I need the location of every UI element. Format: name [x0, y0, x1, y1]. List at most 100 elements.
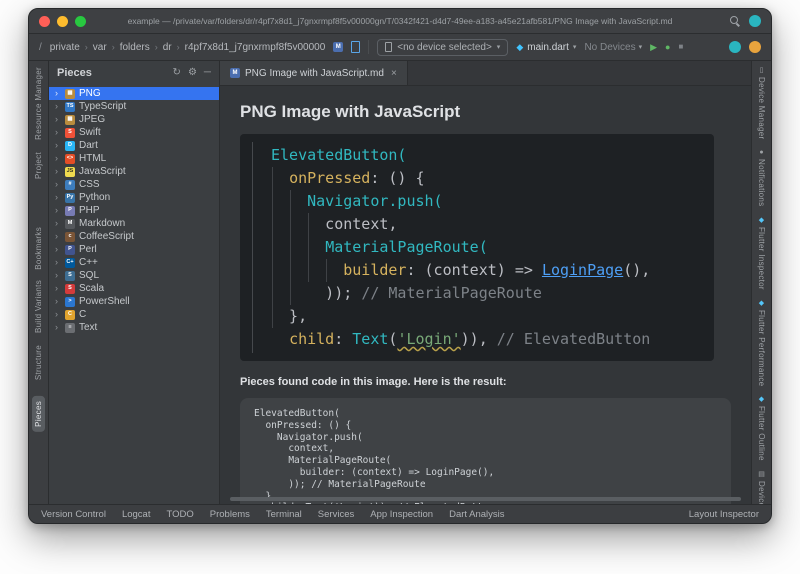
close-tab-icon[interactable]: ×: [391, 68, 397, 79]
tree-item-css[interactable]: › # CSS: [49, 178, 219, 191]
close-window-button[interactable]: [39, 15, 50, 27]
tool-stripe-item-flutter-inspector[interactable]: ◆ Flutter Inspector: [757, 217, 766, 290]
tool-stripe-item-project[interactable]: Project: [34, 152, 43, 179]
breadcrumb-separator: ›: [111, 42, 115, 52]
tree-item-c[interactable]: › C C: [49, 308, 219, 321]
device-connect-icon[interactable]: [351, 41, 361, 53]
status-item-problems[interactable]: Problems: [210, 509, 250, 520]
device-selector[interactable]: <no device selected> ▾: [377, 38, 509, 56]
tree-item-label: Perl: [79, 244, 97, 255]
editor-tab[interactable]: M PNG Image with JavaScript.md ×: [220, 61, 408, 85]
breadcrumb-item-private[interactable]: private: [50, 42, 80, 53]
zoom-window-button[interactable]: [75, 15, 86, 27]
tree-item-scala[interactable]: › S Scala: [49, 282, 219, 295]
tree-item-png[interactable]: › ▦ PNG: [49, 87, 219, 100]
tree-item-swift[interactable]: › S Swift: [49, 126, 219, 139]
code-token: (),: [623, 261, 651, 279]
tool-stripe-item-device-fi[interactable]: ▤ Device Fi: [757, 471, 766, 504]
tree-item-label: Python: [79, 192, 111, 203]
breadcrumb-item-dr[interactable]: dr: [163, 42, 172, 53]
stop-button[interactable]: ■: [678, 43, 683, 51]
breadcrumb-item-folders[interactable]: folders: [120, 42, 150, 53]
chevron-right-icon: ›: [55, 244, 58, 254]
status-item-version-control[interactable]: Version Control: [41, 509, 106, 520]
flutter-icon: ◆: [758, 299, 765, 307]
tree-item-powershell[interactable]: › > PowerShell: [49, 295, 219, 308]
tool-stripe-item-pieces[interactable]: Pieces: [32, 395, 45, 432]
debug-button[interactable]: ●: [665, 42, 670, 52]
status-item-todo[interactable]: TODO: [166, 509, 193, 520]
tree-item-typescript[interactable]: › TS TypeScript: [49, 100, 219, 113]
markdown-file-icon: M: [230, 68, 240, 78]
tree-item-dart[interactable]: › D Dart: [49, 139, 219, 152]
tree-item-html[interactable]: › <> HTML: [49, 152, 219, 165]
tool-stripe-item-build-variants[interactable]: Build Variants: [34, 280, 43, 333]
title-bar[interactable]: example — /private/var/folders/dr/r4pf7x…: [29, 9, 771, 34]
status-item-app-inspection[interactable]: App Inspection: [370, 509, 433, 520]
run-config-selector[interactable]: ◆ main.dart ▾: [516, 42, 576, 53]
status-bar-right: Layout Inspector: [689, 509, 759, 520]
settings-gear-icon[interactable]: ⚙: [188, 68, 197, 78]
pieces-logo-icon[interactable]: [749, 15, 761, 27]
code-line: Navigator.push(: [271, 190, 714, 213]
status-item-logcat[interactable]: Logcat: [122, 509, 151, 520]
tree-item-coffeescript[interactable]: › c CoffeeScript: [49, 230, 219, 243]
search-icon[interactable]: [730, 16, 740, 26]
indent-guide: [290, 190, 291, 305]
tool-stripe-item-bookmarks[interactable]: Bookmarks: [34, 227, 43, 270]
tool-stripe-item-structure[interactable]: Structure: [34, 345, 43, 380]
tree-item-perl[interactable]: › P Perl: [49, 243, 219, 256]
breadcrumb-item-var[interactable]: var: [93, 42, 107, 53]
tree-item-label: PowerShell: [79, 296, 130, 307]
chevron-right-icon: ›: [55, 322, 58, 332]
breadcrumb-item-r4pf7x8d1-j7gnxrmpf8f5v00000[interactable]: r4pf7x8d1_j7gnxrmpf8f5v00000: [185, 42, 326, 53]
code-line: child: Text('Login')), // ElevatedButton: [271, 328, 714, 351]
status-item-dart-analysis[interactable]: Dart Analysis: [449, 509, 504, 520]
tool-stripe-item-device-manager[interactable]: ▯ Device Manager: [757, 67, 766, 139]
tool-stripe-item-flutter-outline[interactable]: ◆ Flutter Outline: [757, 396, 766, 461]
code-token: ));: [271, 284, 362, 302]
code-image: ElevatedButton( onPressed: () { Navigato…: [240, 134, 714, 361]
javascript-icon: JS: [65, 166, 75, 177]
tree-item-python[interactable]: › Py Python: [49, 191, 219, 204]
code-line: )); // MaterialPageRoute: [271, 282, 714, 305]
refresh-icon[interactable]: ↻: [173, 68, 181, 78]
swift-icon: S: [65, 127, 75, 138]
tree-item-sql[interactable]: › S SQL: [49, 269, 219, 282]
tree-item-label: JPEG: [79, 114, 106, 125]
tree-item-label: TypeScript: [79, 101, 127, 112]
run-button[interactable]: ▶: [650, 42, 657, 52]
chevron-right-icon: ›: [55, 88, 58, 98]
tree-item-label: CoffeeScript: [79, 231, 134, 242]
tree-item-php[interactable]: › P PHP: [49, 204, 219, 217]
editor-area: M PNG Image with JavaScript.md × PNG Ima…: [220, 61, 751, 504]
tree-item-jpeg[interactable]: › ▦ JPEG: [49, 113, 219, 126]
tool-stripe-item-flutter-performance[interactable]: ◆ Flutter Performance: [757, 300, 766, 386]
status-item-terminal[interactable]: Terminal: [266, 509, 302, 520]
status-item-layout-inspector[interactable]: Layout Inspector: [689, 509, 759, 520]
hide-panel-icon[interactable]: ─: [204, 68, 211, 78]
tree-item-markdown[interactable]: › M Markdown: [49, 217, 219, 230]
devices-dropdown[interactable]: No Devices ▾: [584, 42, 642, 53]
tool-stripe-item-notifications[interactable]: ● Notifications: [757, 149, 766, 206]
code-token: onPressed: [289, 169, 371, 187]
pieces-toolbar-icon[interactable]: [729, 41, 741, 53]
indent-guide: [272, 167, 273, 328]
status-item-services[interactable]: Services: [318, 509, 354, 520]
image-code: ElevatedButton( onPressed: () { Navigato…: [271, 144, 714, 351]
folder-icon: ▤: [758, 471, 765, 478]
tree-item-label: PHP: [79, 205, 100, 216]
minimize-window-button[interactable]: [57, 15, 68, 27]
breadcrumb-separator: ›: [84, 42, 88, 52]
code-token: builder: [343, 261, 407, 279]
horizontal-scrollbar[interactable]: [230, 497, 741, 501]
user-avatar[interactable]: [749, 41, 761, 53]
tree-item-text[interactable]: › ≡ Text: [49, 321, 219, 334]
html-icon: <>: [65, 153, 75, 164]
markdown-file-icon: M: [333, 42, 344, 52]
tree-item-cplusplus[interactable]: › C+ C++: [49, 256, 219, 269]
tool-stripe-label: Flutter Performance: [757, 309, 766, 387]
tool-stripe-item-resource-manager[interactable]: Resource Manager: [34, 67, 43, 140]
flutter-icon: ◆: [758, 396, 765, 404]
tree-item-javascript[interactable]: › JS JavaScript: [49, 165, 219, 178]
